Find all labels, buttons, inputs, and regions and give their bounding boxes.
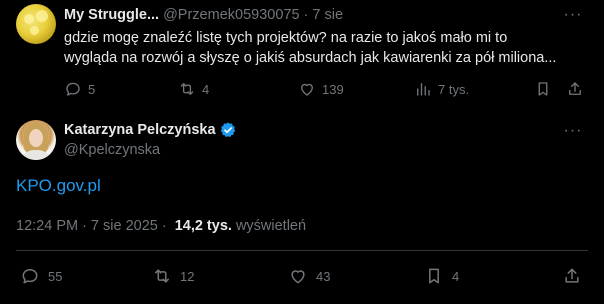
main-bookmark-button[interactable]: 4 (424, 266, 459, 286)
main-like-button[interactable]: 43 (288, 266, 330, 286)
like-count: 139 (322, 81, 344, 97)
reply-bookmark-button[interactable] (534, 80, 552, 98)
repost-icon (155, 269, 169, 283)
like-icon (291, 270, 305, 284)
main-action-bar: 55 12 43 4 (0, 266, 604, 288)
verified-badge-icon[interactable] (219, 121, 237, 139)
views-count: 7 tys. (438, 81, 470, 97)
reply-timestamp[interactable]: 7 sie (312, 7, 343, 23)
reply-share-button[interactable] (566, 80, 584, 98)
main-reply-count: 55 (48, 268, 63, 284)
tweet-meta: 12:24 PM · 7 sie 2025 · 14,2 tys. wyświe… (16, 218, 306, 234)
divider (16, 250, 588, 251)
main-reply-button[interactable]: 55 (20, 266, 62, 286)
main-author-avatar[interactable] (16, 120, 56, 160)
more-icon[interactable]: ··· (562, 4, 584, 26)
reply-icon (66, 82, 80, 96)
main-more-icon[interactable]: ··· (562, 120, 584, 142)
tweet-views-label: wyświetleń (235, 218, 307, 234)
reply-text: gdzie mogę znaleźć listę tych projektów?… (64, 28, 594, 68)
views-icon (417, 83, 430, 96)
reply-reply-button[interactable]: 5 (64, 80, 95, 98)
tweet-link-kpo[interactable]: KPO.gov.pl (16, 176, 101, 196)
share-icon (569, 82, 581, 95)
main-like-count: 43 (316, 268, 331, 284)
bookmark-icon (429, 268, 439, 284)
reply-icon (22, 269, 38, 284)
main-bookmark-count: 4 (452, 268, 460, 284)
reply-like-button[interactable]: 139 (298, 80, 344, 98)
tweet-views-count[interactable]: 14,2 tys. (175, 218, 232, 234)
main-repost-count: 12 (180, 268, 195, 284)
share-icon (565, 268, 579, 283)
reply-count: 5 (88, 81, 96, 97)
separator-dot: · (161, 218, 167, 234)
separator-dot: · (303, 7, 309, 23)
reply-text-line-2: wygląda na rozwój a słyszę o jakiś absur… (64, 50, 557, 66)
reply-tweet[interactable]: My Struggle... @Przemek05930075 · 7 sie … (0, 0, 604, 108)
separator-dot: · (82, 218, 87, 234)
main-author-handle[interactable]: @Kpelczynska (64, 142, 160, 158)
repost-count: 4 (202, 81, 210, 97)
reply-text-line-1: gdzie mogę znaleźć listę tych projektów?… (64, 30, 508, 46)
bookmark-icon (538, 82, 548, 96)
reply-action-bar: 5 4 139 7 tys. (0, 80, 604, 100)
main-author-row: Katarzyna Pelczyńska (64, 121, 237, 139)
reply-author-name[interactable]: My Struggle... (64, 7, 159, 23)
reply-author-avatar[interactable] (16, 4, 56, 44)
reply-views-button[interactable]: 7 tys. (414, 80, 469, 98)
repost-icon (180, 83, 194, 95)
main-author-name[interactable]: Katarzyna Pelczyńska (64, 122, 216, 138)
like-icon (301, 83, 313, 96)
reply-repost-button[interactable]: 4 (178, 80, 209, 98)
reply-author-handle[interactable]: @Przemek05930075 (163, 7, 299, 23)
tweet-date[interactable]: 7 sie 2025 (91, 218, 158, 234)
tweet-time[interactable]: 12:24 PM (16, 218, 78, 234)
reply-header: My Struggle... @Przemek05930075 · 7 sie (64, 6, 343, 24)
main-share-button[interactable] (562, 266, 582, 286)
main-repost-button[interactable]: 12 (152, 266, 194, 286)
